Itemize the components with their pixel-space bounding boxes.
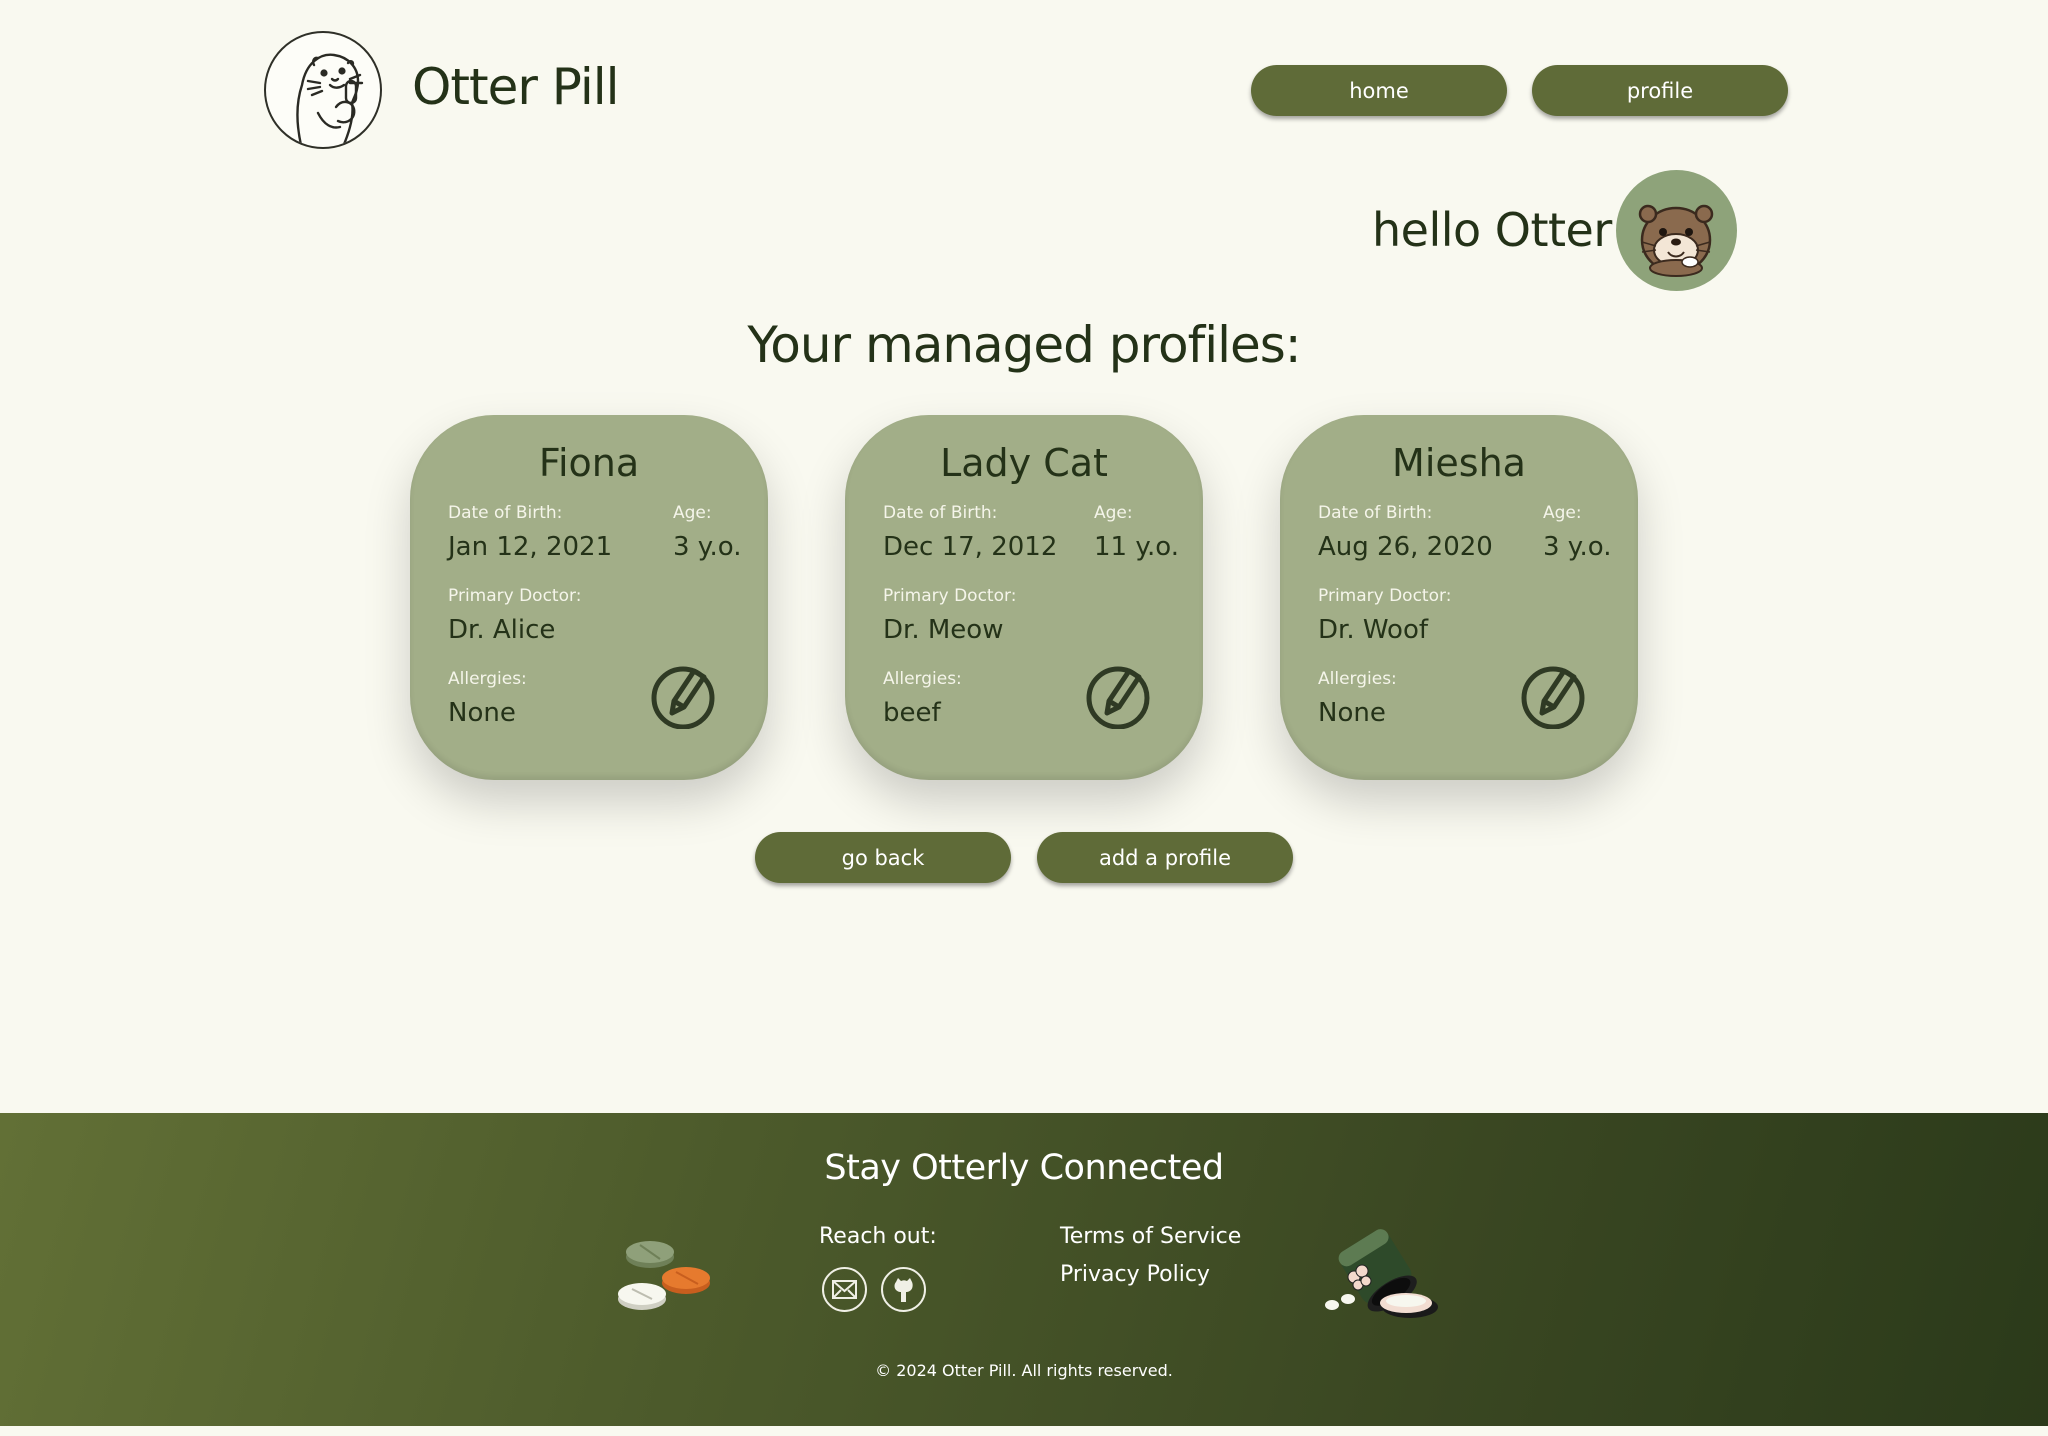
pills-illustration [612, 1235, 716, 1317]
doctor-value: Dr. Meow [883, 615, 1004, 645]
profile-card[interactable]: Fiona Date of Birth: Age: Jan 12, 2021 3… [410, 415, 768, 780]
allergies-label: Allergies: [883, 669, 962, 689]
pill-bottle-illustration [1318, 1217, 1448, 1327]
profile-card[interactable]: Miesha Date of Birth: Age: Aug 26, 2020 … [1280, 415, 1638, 780]
privacy-link[interactable]: Privacy Policy [1060, 1262, 1210, 1287]
add-profile-button[interactable]: add a profile [1037, 832, 1293, 883]
otter-logo[interactable] [264, 31, 382, 149]
brand-name: Otter Pill [412, 58, 620, 116]
otter-logo-icon [296, 53, 364, 147]
allergies-value: None [448, 698, 516, 728]
doctor-label: Primary Doctor: [883, 586, 1017, 606]
otter-avatar-icon [1638, 204, 1714, 277]
footer-title: Stay Otterly Connected [824, 1148, 1224, 1188]
age-value: 11 y.o. [1094, 532, 1180, 562]
doctor-value: Dr. Alice [448, 615, 556, 645]
allergies-value: beef [883, 698, 941, 728]
profile-card[interactable]: Lady Cat Date of Birth: Age: Dec 17, 201… [845, 415, 1203, 780]
edit-pencil-icon[interactable] [1520, 663, 1586, 730]
age-label: Age: [673, 503, 712, 523]
doctor-label: Primary Doctor: [1318, 586, 1452, 606]
nav-home-button[interactable]: home [1251, 65, 1507, 116]
user-avatar[interactable] [1616, 170, 1737, 291]
age-value: 3 y.o. [673, 532, 742, 562]
allergies-value: None [1318, 698, 1386, 728]
terms-link[interactable]: Terms of Service [1060, 1224, 1241, 1249]
dob-label: Date of Birth: [448, 503, 563, 523]
edit-pencil-icon[interactable] [1085, 663, 1151, 730]
copyright-text: © 2024 Otter Pill. All rights reserved. [875, 1361, 1173, 1380]
footer: Stay Otterly Connected Reach out: Terms … [0, 1113, 2048, 1426]
doctor-label: Primary Doctor: [448, 586, 582, 606]
go-back-button[interactable]: go back [755, 832, 1011, 883]
profile-name: Miesha [1392, 441, 1526, 485]
profile-name: Fiona [538, 441, 640, 485]
nav-profile-button[interactable]: profile [1532, 65, 1788, 116]
dob-label: Date of Birth: [883, 503, 998, 523]
dob-value: Jan 12, 2021 [448, 532, 613, 562]
age-label: Age: [1094, 503, 1133, 523]
dob-value: Dec 17, 2012 [883, 532, 1058, 562]
allergies-label: Allergies: [448, 669, 527, 689]
allergies-label: Allergies: [1318, 669, 1397, 689]
dob-label: Date of Birth: [1318, 503, 1433, 523]
github-icon[interactable] [881, 1267, 926, 1312]
email-icon[interactable] [822, 1267, 867, 1312]
edit-pencil-icon[interactable] [650, 663, 716, 730]
page-title: Your managed profiles: [747, 316, 1301, 374]
greeting: hello Otter [1372, 203, 1612, 257]
doctor-value: Dr. Woof [1318, 615, 1429, 645]
age-value: 3 y.o. [1543, 532, 1612, 562]
age-label: Age: [1543, 503, 1582, 523]
dob-value: Aug 26, 2020 [1318, 532, 1493, 562]
reach-out-label: Reach out: [819, 1224, 937, 1249]
profile-name: Lady Cat [940, 441, 1108, 485]
